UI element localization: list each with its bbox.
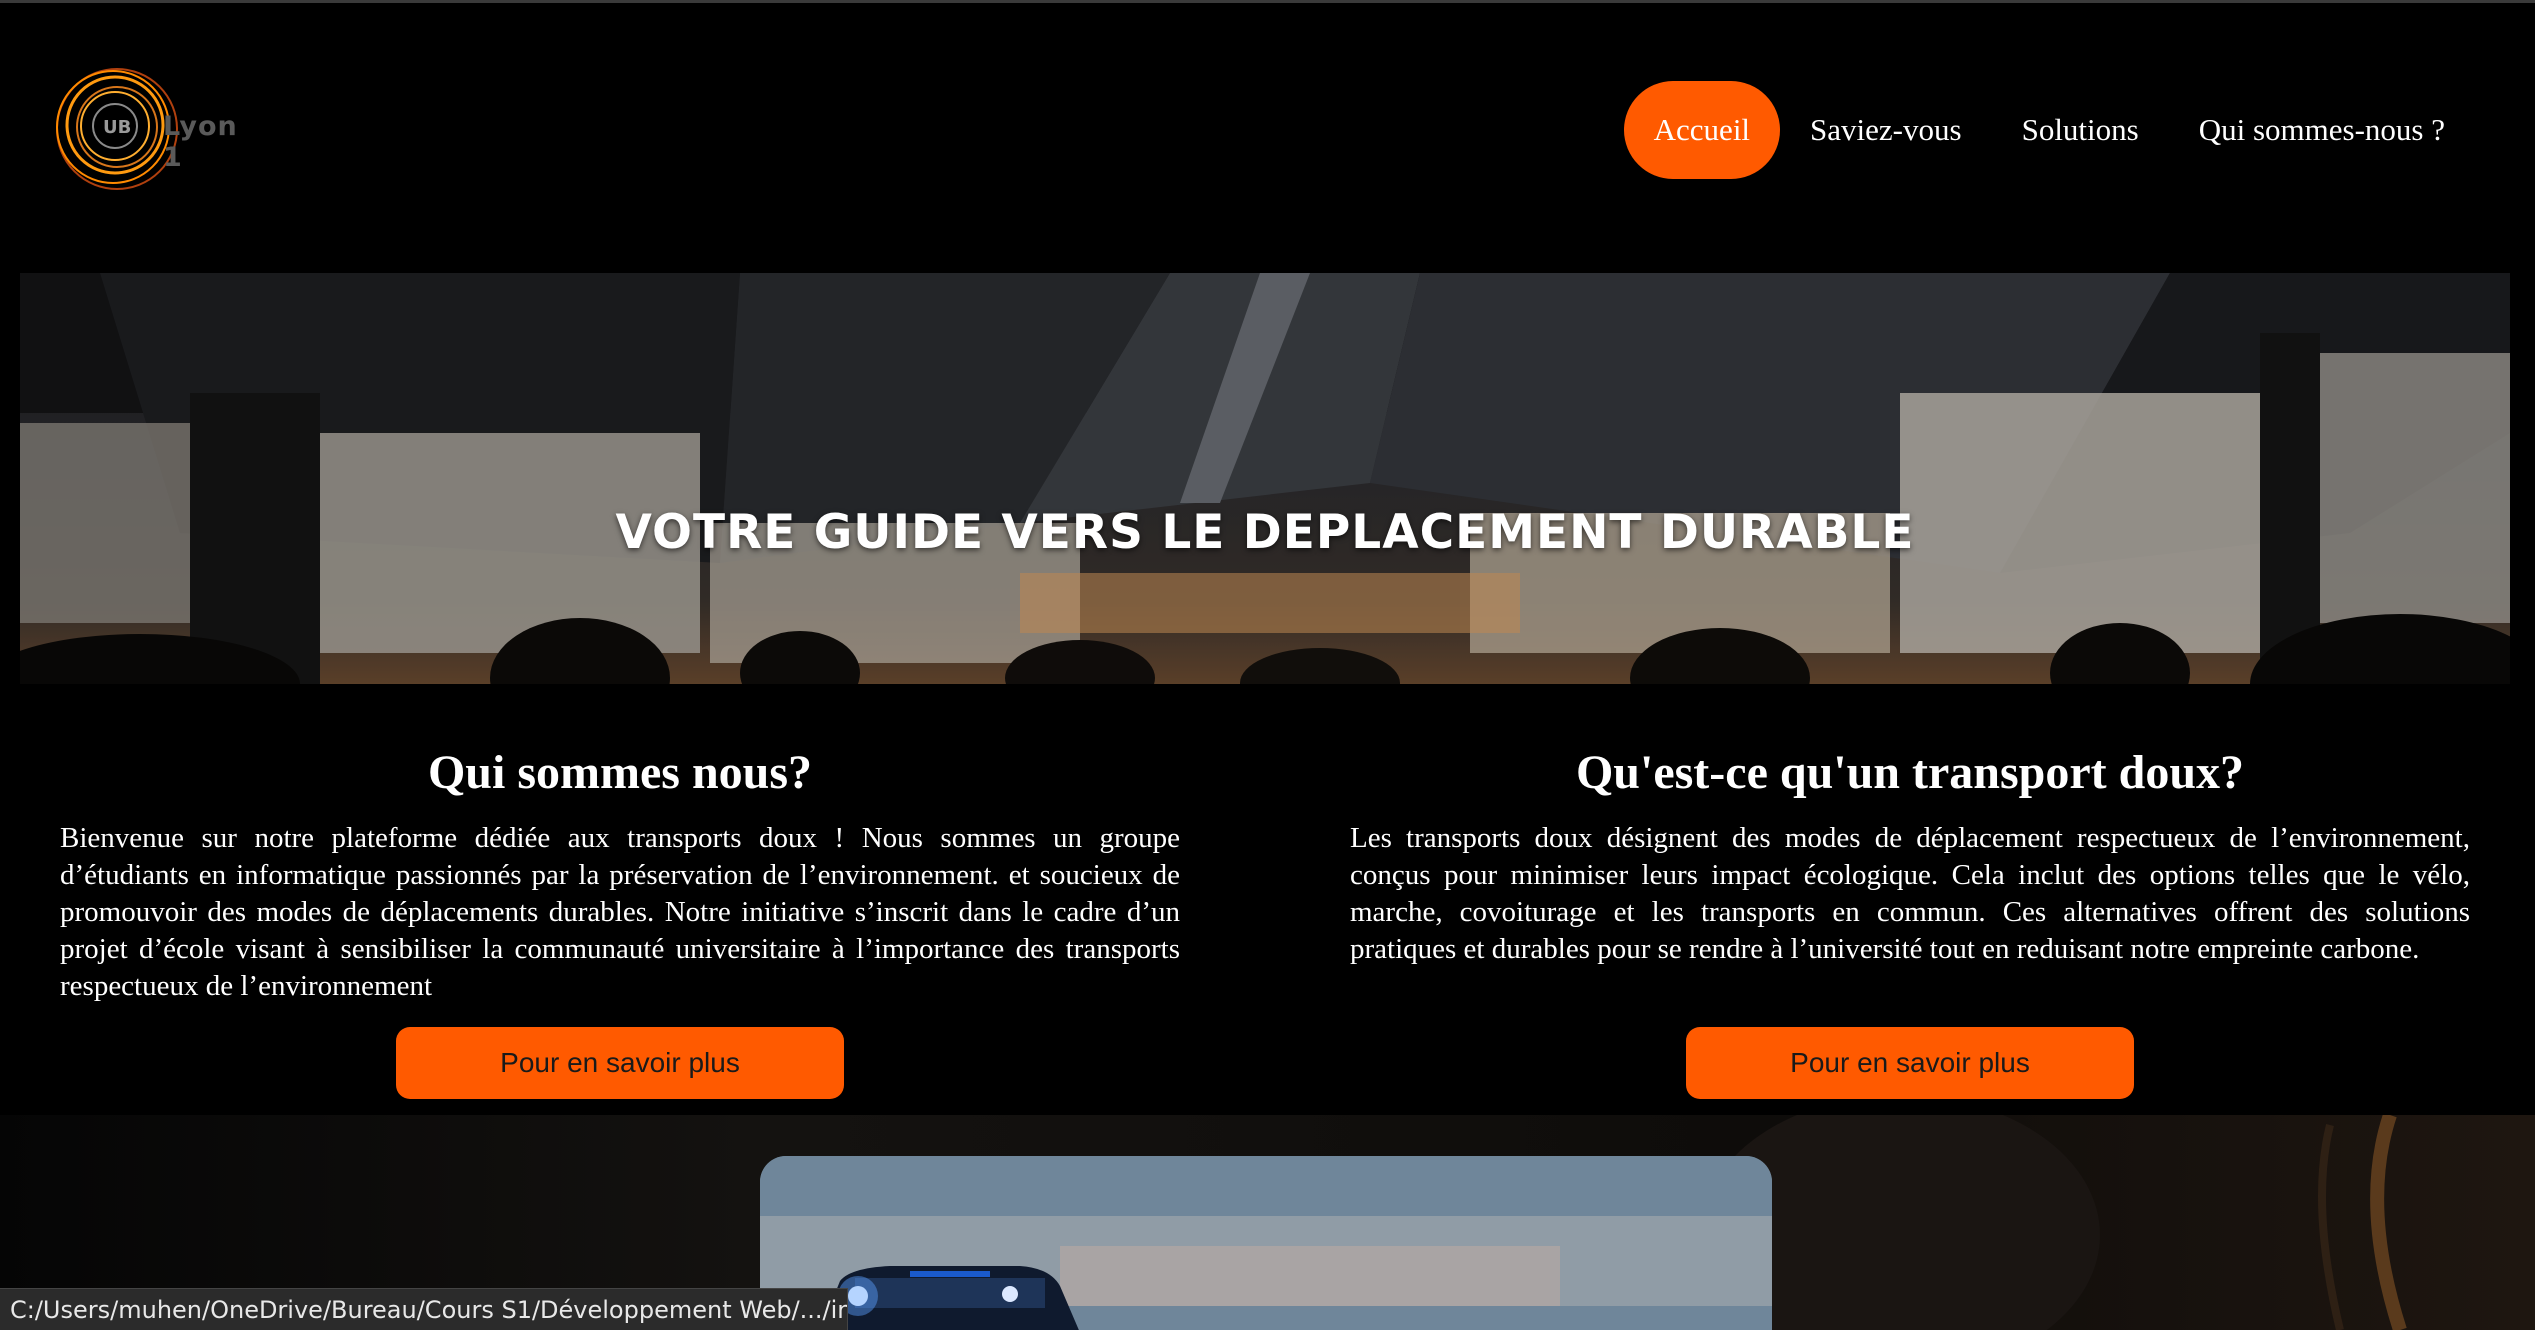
section-text: Bienvenue sur notre plateforme dédiée au…: [60, 822, 1180, 1002]
section-title: Qui sommes nous?: [427, 746, 813, 799]
hero-banner: VOTRE GUIDE VERS LE DEPLACEMENT DURABLE: [20, 273, 2510, 684]
university-logo[interactable]: UB Lyon 1: [55, 61, 255, 201]
nav-item-saviez-vous[interactable]: Saviez-vous: [1780, 81, 1992, 179]
section-title: Qu'est-ce qu'un transport doux?: [1575, 746, 2245, 799]
nav-item-qui-sommes-nous[interactable]: Qui sommes-nous ?: [2169, 81, 2475, 179]
learn-more-button-right[interactable]: Pour en savoir plus: [1686, 1027, 2134, 1099]
section-text: Les transports doux désignent des modes …: [1350, 822, 2470, 965]
browser-status-bar: C:/Users/muhen/OneDrive/Bureau/Cours S1/…: [0, 1288, 848, 1330]
bus-photo: [760, 1156, 1772, 1330]
bus-image-card: [760, 1156, 1772, 1330]
site-header: UB Lyon 1 Accueil Saviez-vous Solutions …: [0, 3, 2535, 271]
section-qui-sommes-nous: Qui sommes nous? Bienvenue sur notre pla…: [60, 740, 1180, 1005]
nav-item-solutions[interactable]: Solutions: [1992, 81, 2169, 179]
nav-item-accueil[interactable]: Accueil: [1623, 81, 1781, 179]
logo-text: Lyon 1: [163, 111, 238, 173]
hero-title: VOTRE GUIDE VERS LE DEPLACEMENT DURABLE: [615, 505, 1915, 560]
section-transport-doux: Qu'est-ce qu'un transport doux? Les tran…: [1350, 740, 2470, 968]
learn-more-button-left[interactable]: Pour en savoir plus: [396, 1027, 844, 1099]
main-nav: Accueil Saviez-vous Solutions Qui sommes…: [1623, 81, 2475, 179]
svg-text:UB: UB: [103, 117, 131, 138]
bus-interior-image: [20, 273, 2510, 684]
